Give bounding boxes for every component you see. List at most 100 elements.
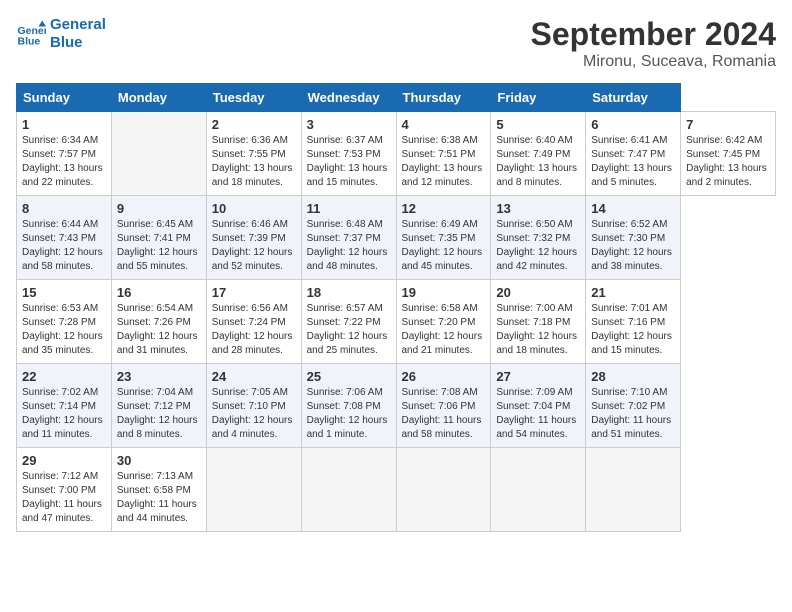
day-info: Sunrise: 6:41 AM Sunset: 7:47 PM Dayligh…: [591, 134, 675, 190]
calendar-day-9: 9Sunrise: 6:45 AM Sunset: 7:41 PM Daylig…: [111, 196, 206, 280]
day-number: 16: [117, 285, 201, 300]
day-info: Sunrise: 7:13 AM Sunset: 6:58 PM Dayligh…: [117, 470, 201, 526]
day-number: 8: [22, 201, 106, 216]
day-info: Sunrise: 6:42 AM Sunset: 7:45 PM Dayligh…: [686, 134, 770, 190]
day-info: Sunrise: 6:49 AM Sunset: 7:35 PM Dayligh…: [402, 218, 486, 274]
logo-text: GeneralBlue: [50, 16, 106, 52]
title-area: September 2024 Mironu, Suceava, Romania: [531, 16, 776, 71]
day-number: 13: [496, 201, 580, 216]
day-info: Sunrise: 6:52 AM Sunset: 7:30 PM Dayligh…: [591, 218, 675, 274]
calendar-day-6: 6 Sunrise: 6:41 AM Sunset: 7:47 PM Daylig…: [586, 112, 681, 196]
logo-icon: General Blue: [16, 19, 46, 49]
day-number: 23: [117, 369, 201, 384]
day-info: Sunrise: 7:08 AM Sunset: 7:06 PM Dayligh…: [402, 386, 486, 442]
day-number: 10: [212, 201, 296, 216]
day-info: Sunrise: 7:02 AM Sunset: 7:14 PM Dayligh…: [22, 386, 106, 442]
weekday-header-sunday: Sunday: [17, 84, 112, 112]
calendar-day-30: 30 Sunrise: 7:13 AM Sunset: 6:58 PM Dayli…: [111, 448, 206, 532]
calendar-day-empty-w4-2: [206, 448, 301, 532]
calendar-week-1: 1Sunrise: 6:34 AM Sunset: 7:57 PM Daylig…: [17, 112, 776, 196]
day-info: Sunrise: 7:12 AM Sunset: 7:00 PM Dayligh…: [22, 470, 106, 526]
day-info: Sunrise: 6:40 AM Sunset: 7:49 PM Dayligh…: [496, 134, 580, 190]
day-number: 18: [307, 285, 391, 300]
day-number: 11: [307, 201, 391, 216]
day-number: 20: [496, 285, 580, 300]
calendar-day-empty-w4-5: [491, 448, 586, 532]
calendar-day-29: 29 Sunrise: 7:12 AM Sunset: 7:00 PM Dayli…: [17, 448, 112, 532]
day-info: Sunrise: 6:46 AM Sunset: 7:39 PM Dayligh…: [212, 218, 296, 274]
calendar-day-3: 3 Sunrise: 6:37 AM Sunset: 7:53 PM Daylig…: [301, 112, 396, 196]
day-number: 1: [22, 117, 106, 132]
calendar-week-3: 15 Sunrise: 6:53 AM Sunset: 7:28 PM Dayli…: [17, 280, 776, 364]
calendar-day-4: 4Sunrise: 6:38 AM Sunset: 7:51 PM Daylig…: [396, 112, 491, 196]
day-number: 19: [402, 285, 486, 300]
weekday-header-monday: Monday: [111, 84, 206, 112]
calendar-day-26: 26 Sunrise: 7:08 AM Sunset: 7:06 PM Dayli…: [396, 364, 491, 448]
location-title: Mironu, Suceava, Romania: [531, 53, 776, 71]
calendar-day-12: 12 Sunrise: 6:49 AM Sunset: 7:35 PM Dayli…: [396, 196, 491, 280]
calendar-day-11: 11 Sunrise: 6:48 AM Sunset: 7:37 PM Dayli…: [301, 196, 396, 280]
day-number: 3: [307, 117, 391, 132]
calendar-week-2: 8 Sunrise: 6:44 AM Sunset: 7:43 PM Daylig…: [17, 196, 776, 280]
day-info: Sunrise: 7:04 AM Sunset: 7:12 PM Dayligh…: [117, 386, 201, 442]
day-number: 25: [307, 369, 391, 384]
svg-text:Blue: Blue: [18, 36, 41, 48]
day-info: Sunrise: 6:44 AM Sunset: 7:43 PM Dayligh…: [22, 218, 106, 274]
calendar-day-empty-0: [111, 112, 206, 196]
calendar-day-13: 13 Sunrise: 6:50 AM Sunset: 7:32 PM Dayli…: [491, 196, 586, 280]
day-number: 12: [402, 201, 486, 216]
calendar-table: SundayMondayTuesdayWednesdayThursdayFrid…: [16, 83, 776, 532]
day-info: Sunrise: 6:36 AM Sunset: 7:55 PM Dayligh…: [212, 134, 296, 190]
calendar-day-14: 14Sunrise: 6:52 AM Sunset: 7:30 PM Dayli…: [586, 196, 681, 280]
weekday-header-friday: Friday: [491, 84, 586, 112]
day-number: 6: [591, 117, 675, 132]
day-number: 2: [212, 117, 296, 132]
weekday-header-wednesday: Wednesday: [301, 84, 396, 112]
day-info: Sunrise: 6:50 AM Sunset: 7:32 PM Dayligh…: [496, 218, 580, 274]
calendar-day-8: 8 Sunrise: 6:44 AM Sunset: 7:43 PM Daylig…: [17, 196, 112, 280]
day-number: 26: [402, 369, 486, 384]
calendar-day-28: 28Sunrise: 7:10 AM Sunset: 7:02 PM Dayli…: [586, 364, 681, 448]
day-number: 24: [212, 369, 296, 384]
day-info: Sunrise: 7:00 AM Sunset: 7:18 PM Dayligh…: [496, 302, 580, 358]
calendar-day-18: 18 Sunrise: 6:57 AM Sunset: 7:22 PM Dayli…: [301, 280, 396, 364]
calendar-day-10: 10 Sunrise: 6:46 AM Sunset: 7:39 PM Dayli…: [206, 196, 301, 280]
calendar-day-20: 20 Sunrise: 7:00 AM Sunset: 7:18 PM Dayli…: [491, 280, 586, 364]
day-number: 15: [22, 285, 106, 300]
weekday-header-thursday: Thursday: [396, 84, 491, 112]
calendar-week-5: 29 Sunrise: 7:12 AM Sunset: 7:00 PM Dayli…: [17, 448, 776, 532]
day-info: Sunrise: 7:10 AM Sunset: 7:02 PM Dayligh…: [591, 386, 675, 442]
day-number: 29: [22, 453, 106, 468]
weekday-header-saturday: Saturday: [586, 84, 681, 112]
day-info: Sunrise: 6:57 AM Sunset: 7:22 PM Dayligh…: [307, 302, 391, 358]
day-number: 22: [22, 369, 106, 384]
weekday-header-tuesday: Tuesday: [206, 84, 301, 112]
day-info: Sunrise: 6:48 AM Sunset: 7:37 PM Dayligh…: [307, 218, 391, 274]
day-info: Sunrise: 6:37 AM Sunset: 7:53 PM Dayligh…: [307, 134, 391, 190]
day-number: 30: [117, 453, 201, 468]
calendar-day-5: 5 Sunrise: 6:40 AM Sunset: 7:49 PM Daylig…: [491, 112, 586, 196]
day-info: Sunrise: 7:09 AM Sunset: 7:04 PM Dayligh…: [496, 386, 580, 442]
day-info: Sunrise: 6:56 AM Sunset: 7:24 PM Dayligh…: [212, 302, 296, 358]
day-number: 9: [117, 201, 201, 216]
calendar-day-25: 25 Sunrise: 7:06 AM Sunset: 7:08 PM Dayli…: [301, 364, 396, 448]
logo: General Blue GeneralBlue: [16, 16, 106, 52]
month-title: September 2024: [531, 16, 776, 53]
calendar-day-27: 27Sunrise: 7:09 AM Sunset: 7:04 PM Dayli…: [491, 364, 586, 448]
calendar-header-row: SundayMondayTuesdayWednesdayThursdayFrid…: [17, 84, 776, 112]
calendar-day-empty-w4-3: [301, 448, 396, 532]
day-info: Sunrise: 6:54 AM Sunset: 7:26 PM Dayligh…: [117, 302, 201, 358]
day-info: Sunrise: 7:01 AM Sunset: 7:16 PM Dayligh…: [591, 302, 675, 358]
day-info: Sunrise: 7:06 AM Sunset: 7:08 PM Dayligh…: [307, 386, 391, 442]
calendar-day-empty-w4-6: [586, 448, 681, 532]
day-number: 7: [686, 117, 770, 132]
calendar-week-4: 22 Sunrise: 7:02 AM Sunset: 7:14 PM Dayli…: [17, 364, 776, 448]
day-info: Sunrise: 6:58 AM Sunset: 7:20 PM Dayligh…: [402, 302, 486, 358]
day-info: Sunrise: 6:53 AM Sunset: 7:28 PM Dayligh…: [22, 302, 106, 358]
calendar-day-17: 17Sunrise: 6:56 AM Sunset: 7:24 PM Dayli…: [206, 280, 301, 364]
calendar-day-15: 15 Sunrise: 6:53 AM Sunset: 7:28 PM Dayli…: [17, 280, 112, 364]
day-number: 5: [496, 117, 580, 132]
day-number: 4: [402, 117, 486, 132]
calendar-day-22: 22 Sunrise: 7:02 AM Sunset: 7:14 PM Dayli…: [17, 364, 112, 448]
calendar-day-2: 2 Sunrise: 6:36 AM Sunset: 7:55 PM Daylig…: [206, 112, 301, 196]
